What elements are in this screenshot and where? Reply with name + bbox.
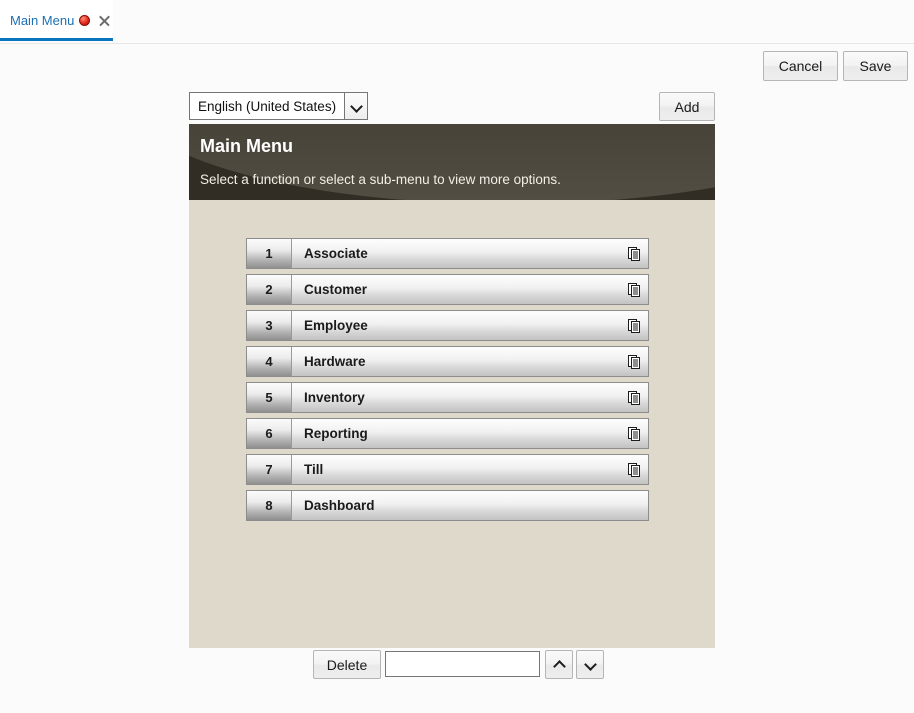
save-button[interactable]: Save [843,51,908,81]
menu-item-customer[interactable]: 2Customer [246,274,649,305]
menu-item-label: Inventory [292,383,620,412]
submenu-list-icon [620,419,648,448]
tab-bar: Main Menu [0,0,914,44]
chevron-up-icon [554,659,565,670]
panel-header: Main Menu Select a function or select a … [189,124,715,200]
menu-item-list: 1Associate2Customer3Employee4Hardware5In… [246,238,649,526]
red-dot-icon [79,15,90,26]
menu-item-number: 4 [247,347,292,376]
action-bar: Cancel Save [0,45,914,87]
menu-item-dashboard[interactable]: 8Dashboard [246,490,649,521]
submenu-list-icon [620,239,648,268]
position-input[interactable] [385,651,540,677]
submenu-list-icon [620,311,648,340]
menu-item-label: Employee [292,311,620,340]
menu-item-number: 7 [247,455,292,484]
menu-panel: Main Menu Select a function or select a … [189,124,715,648]
menu-item-hardware[interactable]: 4Hardware [246,346,649,377]
move-up-button[interactable] [545,650,573,679]
chevron-down-icon [585,659,596,670]
menu-item-associate[interactable]: 1Associate [246,238,649,269]
menu-item-label: Reporting [292,419,620,448]
menu-item-number: 8 [247,491,292,520]
move-down-button[interactable] [576,650,604,679]
menu-item-number: 3 [247,311,292,340]
menu-item-employee[interactable]: 3Employee [246,310,649,341]
submenu-list-icon [620,455,648,484]
submenu-list-icon [620,275,648,304]
delete-button[interactable]: Delete [313,650,381,679]
tab-active-underline [0,38,113,41]
menu-item-label: Till [292,455,620,484]
submenu-list-icon [620,347,648,376]
menu-item-inventory[interactable]: 5Inventory [246,382,649,413]
menu-item-reporting[interactable]: 6Reporting [246,418,649,449]
panel-subtitle: Select a function or select a sub-menu t… [200,172,561,187]
tab-main-menu[interactable]: Main Menu [0,0,113,41]
menu-item-number: 2 [247,275,292,304]
menu-item-number: 6 [247,419,292,448]
menu-item-till[interactable]: 7Till [246,454,649,485]
language-select-value: English (United States) [190,93,344,119]
page-title: Main Menu [200,136,293,157]
menu-item-number: 1 [247,239,292,268]
menu-item-label: Dashboard [292,491,620,520]
menu-item-icon-empty [620,491,648,520]
tab-label: Main Menu [10,13,74,28]
bottom-controls: Delete [313,650,605,680]
submenu-list-icon [620,383,648,412]
menu-item-label: Customer [292,275,620,304]
add-button[interactable]: Add [659,92,715,121]
menu-item-label: Hardware [292,347,620,376]
menu-toolbar: English (United States) Add [189,92,715,120]
menu-item-number: 5 [247,383,292,412]
cancel-button[interactable]: Cancel [763,51,838,81]
language-select[interactable]: English (United States) [189,92,368,120]
close-icon[interactable] [98,14,111,27]
chevron-down-icon[interactable] [344,93,367,119]
menu-item-label: Associate [292,239,620,268]
